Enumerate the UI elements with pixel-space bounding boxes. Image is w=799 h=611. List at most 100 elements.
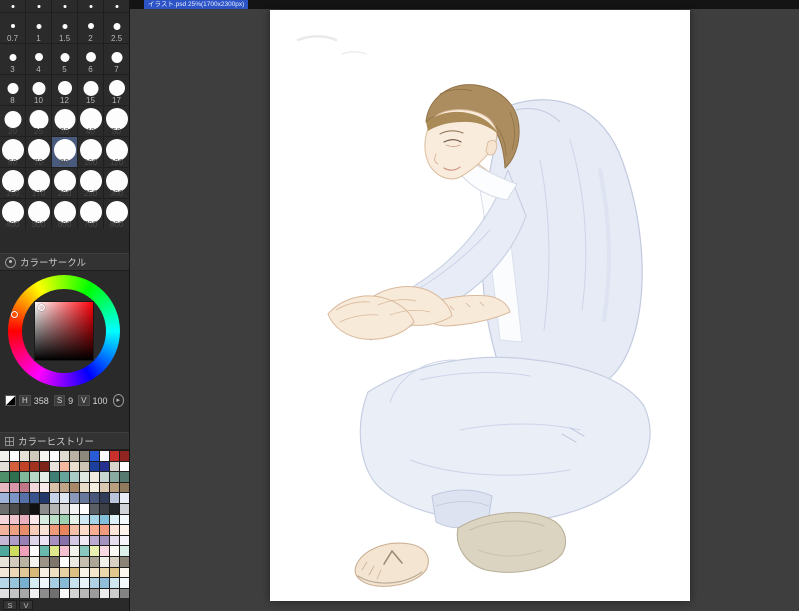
color-swatch[interactable] xyxy=(60,535,69,546)
brush-size-cell[interactable]: 2.5 xyxy=(104,13,129,43)
color-swatch[interactable] xyxy=(90,514,99,525)
color-swatch[interactable] xyxy=(40,461,49,472)
color-swatch[interactable] xyxy=(70,588,79,599)
color-swatch[interactable] xyxy=(90,556,99,567)
brush-size-cell[interactable]: 100 xyxy=(78,137,103,167)
color-swatch[interactable] xyxy=(50,556,59,567)
color-swatch[interactable] xyxy=(40,472,49,482)
brush-size-cell[interactable]: 50 xyxy=(104,106,129,136)
brush-size-cell[interactable]: 40 xyxy=(78,106,103,136)
color-swatch[interactable] xyxy=(0,535,9,546)
color-swatch[interactable] xyxy=(10,525,19,535)
brush-size-cell[interactable]: 1.5 xyxy=(52,13,77,43)
color-swatch[interactable] xyxy=(100,525,109,535)
brush-size-cell[interactable]: 170 xyxy=(26,168,51,198)
color-swatch[interactable] xyxy=(100,461,109,472)
color-swatch[interactable] xyxy=(20,578,29,588)
color-swatch[interactable] xyxy=(100,451,109,461)
brush-size-cell[interactable]: 0.7 xyxy=(0,13,25,43)
color-swatch[interactable] xyxy=(70,578,79,588)
color-swatch[interactable] xyxy=(100,493,109,503)
color-swatch[interactable] xyxy=(30,588,39,599)
color-swatch[interactable] xyxy=(70,525,79,535)
color-swatch[interactable] xyxy=(110,451,119,461)
color-swatch[interactable] xyxy=(110,503,119,514)
color-swatch[interactable] xyxy=(60,472,69,482)
color-swatch[interactable] xyxy=(100,546,109,556)
color-swatch[interactable] xyxy=(30,567,39,578)
color-swatch[interactable] xyxy=(80,588,89,599)
color-swatch[interactable] xyxy=(0,493,9,503)
color-swatch[interactable] xyxy=(10,514,19,525)
color-swatch[interactable] xyxy=(120,535,129,546)
brush-size-cell[interactable]: 20 xyxy=(0,106,25,136)
color-swatch[interactable] xyxy=(0,588,9,599)
color-swatch[interactable] xyxy=(0,514,9,525)
color-swatch[interactable] xyxy=(120,588,129,599)
color-swatch[interactable] xyxy=(30,451,39,461)
color-swatch[interactable] xyxy=(20,525,29,535)
color-swatch[interactable] xyxy=(10,588,19,599)
color-swatch[interactable] xyxy=(80,546,89,556)
color-swatch[interactable] xyxy=(80,451,89,461)
color-swatch[interactable] xyxy=(80,472,89,482)
color-swatch[interactable] xyxy=(100,503,109,514)
color-swatch[interactable] xyxy=(60,493,69,503)
color-swatch[interactable] xyxy=(110,461,119,472)
color-swatch[interactable] xyxy=(90,567,99,578)
brush-size-cell[interactable]: 250 xyxy=(78,168,103,198)
color-swatch[interactable] xyxy=(0,567,9,578)
color-swatch[interactable] xyxy=(40,503,49,514)
color-swatch[interactable] xyxy=(80,503,89,514)
color-swatch[interactable] xyxy=(90,578,99,588)
color-swatch[interactable] xyxy=(120,482,129,493)
color-swatch[interactable] xyxy=(40,525,49,535)
brush-size-cell[interactable]: 4 xyxy=(26,44,51,74)
color-swatch[interactable] xyxy=(10,493,19,503)
color-swatch[interactable] xyxy=(20,535,29,546)
color-swatch[interactable] xyxy=(20,556,29,567)
color-swatch[interactable] xyxy=(60,567,69,578)
color-swatch[interactable] xyxy=(120,461,129,472)
color-swatch[interactable] xyxy=(20,461,29,472)
brush-size-cell[interactable]: 3 xyxy=(0,44,25,74)
color-swatch[interactable] xyxy=(20,472,29,482)
brush-size-cell[interactable] xyxy=(104,0,129,12)
color-swatch[interactable] xyxy=(60,451,69,461)
color-swatch[interactable] xyxy=(10,503,19,514)
color-circle-header[interactable]: カラーサークル xyxy=(0,253,129,271)
color-swatch[interactable] xyxy=(10,546,19,556)
color-swatch[interactable] xyxy=(70,535,79,546)
color-swatch[interactable] xyxy=(110,482,119,493)
color-swatch[interactable] xyxy=(110,578,119,588)
color-swatch[interactable] xyxy=(110,525,119,535)
color-swatch[interactable] xyxy=(10,578,19,588)
color-swatch[interactable] xyxy=(70,472,79,482)
brush-size-cell[interactable] xyxy=(52,0,77,12)
color-swatch[interactable] xyxy=(80,567,89,578)
sv-marker[interactable] xyxy=(38,304,45,311)
color-swatch[interactable] xyxy=(60,588,69,599)
color-swatch[interactable] xyxy=(30,546,39,556)
color-swatch[interactable] xyxy=(0,546,9,556)
color-swatch[interactable] xyxy=(20,503,29,514)
color-swatch[interactable] xyxy=(40,451,49,461)
color-swatch[interactable] xyxy=(10,461,19,472)
color-swatch[interactable] xyxy=(90,525,99,535)
color-swatch[interactable] xyxy=(80,482,89,493)
color-swatch[interactable] xyxy=(60,578,69,588)
color-swatch[interactable] xyxy=(60,503,69,514)
brush-size-cell[interactable]: 10 xyxy=(26,75,51,105)
color-swatch[interactable] xyxy=(20,493,29,503)
color-swatch[interactable] xyxy=(20,546,29,556)
color-swatch[interactable] xyxy=(0,472,9,482)
brush-size-cell[interactable]: 300 xyxy=(104,168,129,198)
color-swatch[interactable] xyxy=(80,556,89,567)
color-swatch[interactable] xyxy=(110,472,119,482)
brush-size-cell[interactable]: 200 xyxy=(52,168,77,198)
color-swatch[interactable] xyxy=(70,556,79,567)
color-swatch[interactable] xyxy=(80,461,89,472)
color-swatch[interactable] xyxy=(120,472,129,482)
color-swatch[interactable] xyxy=(90,493,99,503)
brush-size-cell[interactable]: 150 xyxy=(0,168,25,198)
